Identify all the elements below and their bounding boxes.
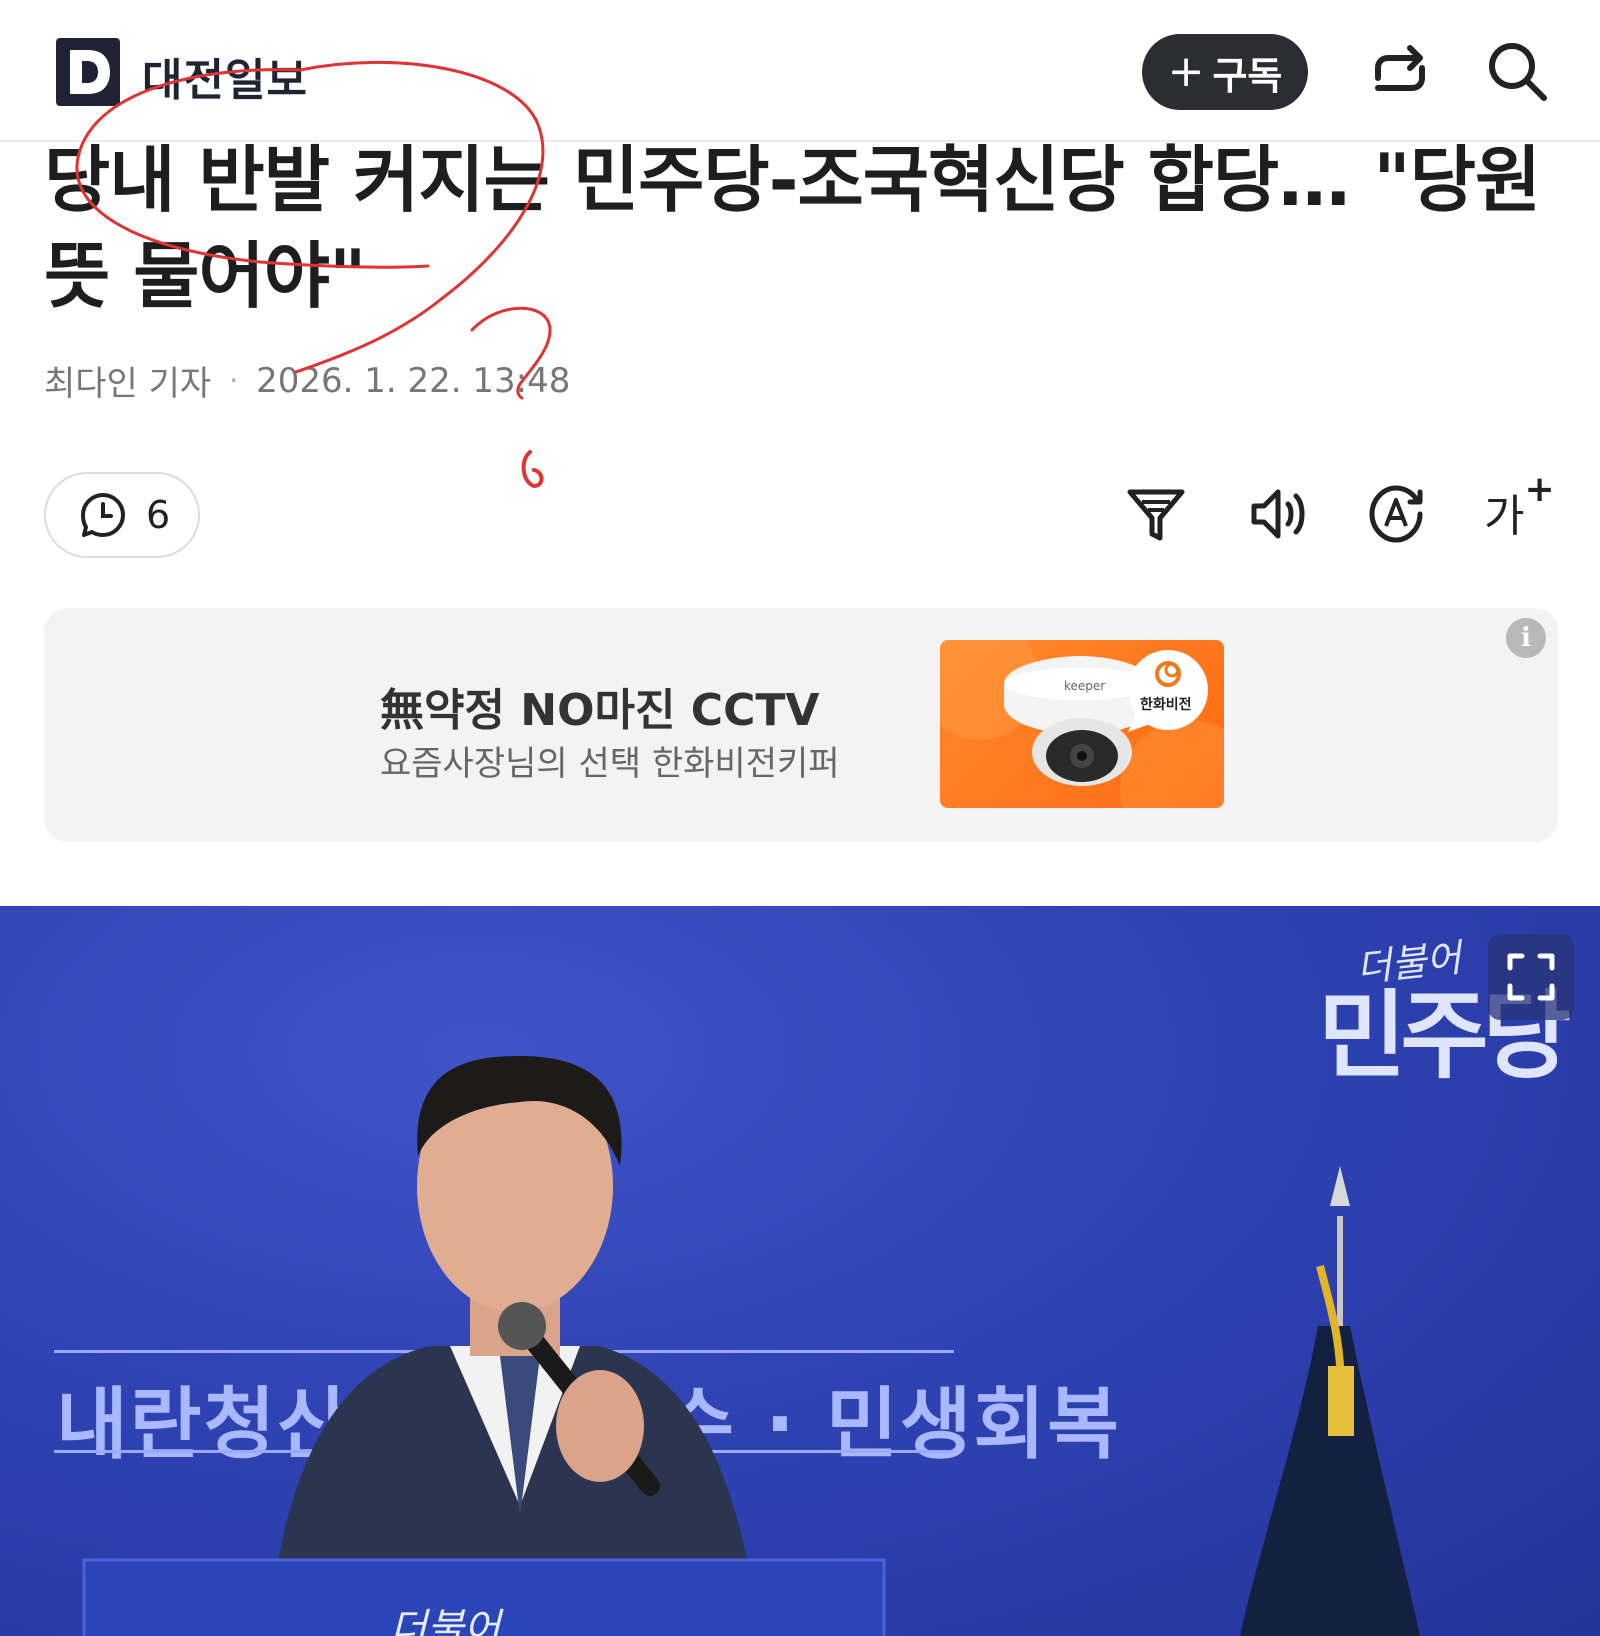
- podium-text: 더불어: [390, 1606, 501, 1636]
- speaker-figure: [82, 1056, 1420, 1636]
- comment-icon: [81, 493, 125, 537]
- comment-count: 6: [146, 493, 171, 537]
- summary-filter-icon[interactable]: [1120, 478, 1192, 550]
- comment-button[interactable]: 6: [44, 472, 200, 558]
- subscribe-button[interactable]: + 구독: [1142, 34, 1308, 110]
- font-size-plus: +: [1524, 469, 1555, 511]
- author-name[interactable]: 최다인 기자: [44, 356, 211, 405]
- ad-cctv-image: keeper 한화비전: [940, 640, 1224, 808]
- ad-info-icon[interactable]: i: [1506, 618, 1546, 658]
- article-headline: 당내 반발 커지는 민주당-조국혁신당 합당… "당원 뜻 물어야": [44, 138, 1541, 318]
- ad-subtitle: 요즘사장님의 선택 한화비전키퍼: [380, 744, 840, 784]
- subscribe-label: 구독: [1212, 53, 1283, 98]
- svg-text:keeper: keeper: [1064, 679, 1105, 693]
- font-size-label: 가: [1484, 491, 1525, 542]
- publisher-logo[interactable]: [56, 38, 120, 106]
- share-arrows-icon[interactable]: [1366, 38, 1434, 106]
- ad-banner[interactable]: 無약정 NO마진 CCTV 요즘사장님의 선택 한화비전키퍼 keeper 한화…: [44, 608, 1558, 842]
- article-photo: 더불어 민주당 내란청산 · 개혁완수 · 민생회복 더불어: [0, 906, 1600, 1636]
- read-aloud-icon[interactable]: [1242, 478, 1314, 550]
- byline-separator: ·: [229, 364, 239, 397]
- article-byline: 최다인 기자 · 2026. 1. 22. 13:48: [44, 356, 570, 405]
- ad-title: 無약정 NO마진 CCTV: [380, 685, 820, 736]
- app-header: 대전일보 + 구독: [0, 0, 1600, 142]
- plus-icon: +: [1167, 46, 1205, 97]
- font-size-button[interactable]: 가+: [1484, 469, 1555, 544]
- publish-timestamp: 2026. 1. 22. 13:48: [256, 360, 571, 401]
- cctv-camera-icon: keeper: [940, 640, 1224, 808]
- publisher-name[interactable]: 대전일보: [142, 44, 308, 108]
- search-icon[interactable]: [1484, 38, 1552, 106]
- translate-icon[interactable]: [1360, 478, 1432, 550]
- ad-image-brand: 한화비전: [1140, 697, 1192, 713]
